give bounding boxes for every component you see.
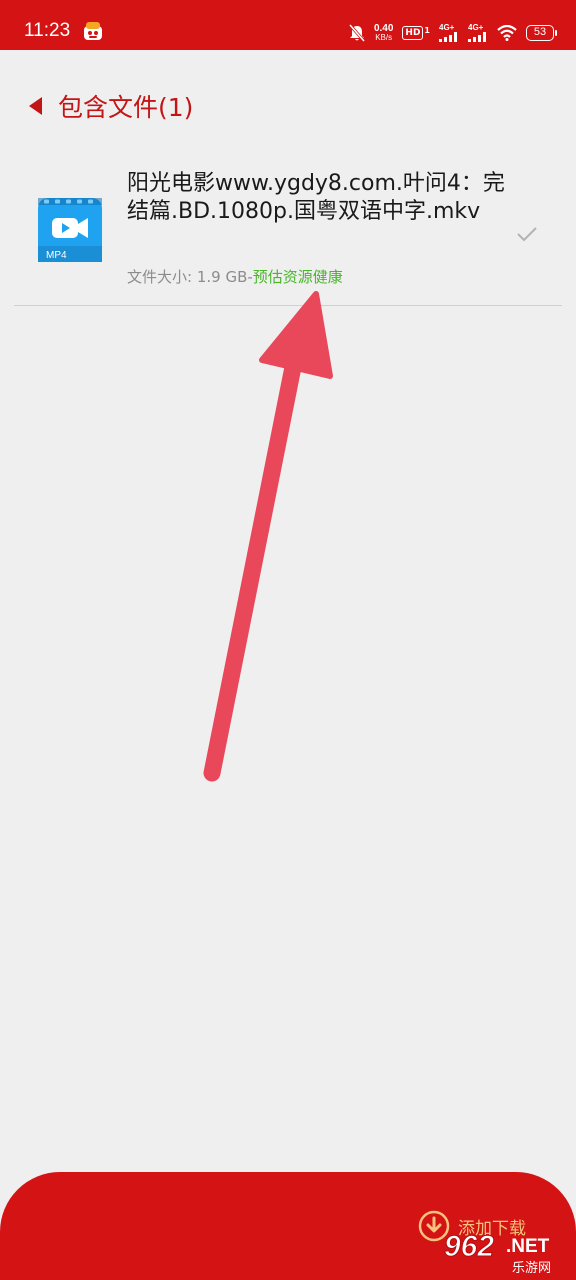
back-arrow-icon[interactable]: [26, 95, 44, 117]
battery-indicator: 53: [526, 25, 557, 41]
watermark-sub: 乐游网: [512, 1261, 551, 1276]
status-bar: 11:23 0.40 KB/s HD 1 4G+ 4G+ 53: [0, 0, 576, 50]
wifi-icon: [497, 25, 517, 41]
check-icon[interactable]: [516, 226, 538, 242]
signal-1: 4G+: [439, 24, 459, 42]
hd-indicator: HD 1: [402, 26, 430, 40]
watermark-suffix: .NET: [506, 1236, 550, 1257]
page-header: 包含文件(1): [26, 86, 193, 126]
watermark-brand: 962: [444, 1230, 494, 1263]
page-title: 包含文件(1): [58, 93, 194, 122]
signal-bars-icon: [439, 32, 457, 42]
file-size: 文件大小: 1.9 GB-预估资源健康: [127, 268, 343, 286]
status-time: 11:23: [24, 20, 71, 41]
file-list-item[interactable]: MP4 阳光电影www.ygdy8.com.叶问4：完结篇.BD.1080p.国…: [14, 160, 562, 306]
mute-bell-icon: [348, 24, 365, 42]
signal-bars-icon: [468, 32, 486, 42]
net-speed: 0.40 KB/s: [373, 23, 394, 43]
signal-2: 4G+: [468, 24, 488, 42]
app-notification-icon: [84, 22, 102, 40]
health-status: 预估资源健康: [252, 268, 343, 286]
mp4-label: MP4: [46, 250, 67, 261]
mp4-video-file-icon: MP4: [38, 198, 102, 262]
962-net-watermark-logo: 962 .NET 乐游网: [444, 1230, 552, 1277]
status-icons: 0.40 KB/s HD 1 4G+ 4G+ 53: [348, 22, 557, 44]
file-name: 阳光电影www.ygdy8.com.叶问4：完结篇.BD.1080p.国粤双语中…: [127, 171, 505, 224]
